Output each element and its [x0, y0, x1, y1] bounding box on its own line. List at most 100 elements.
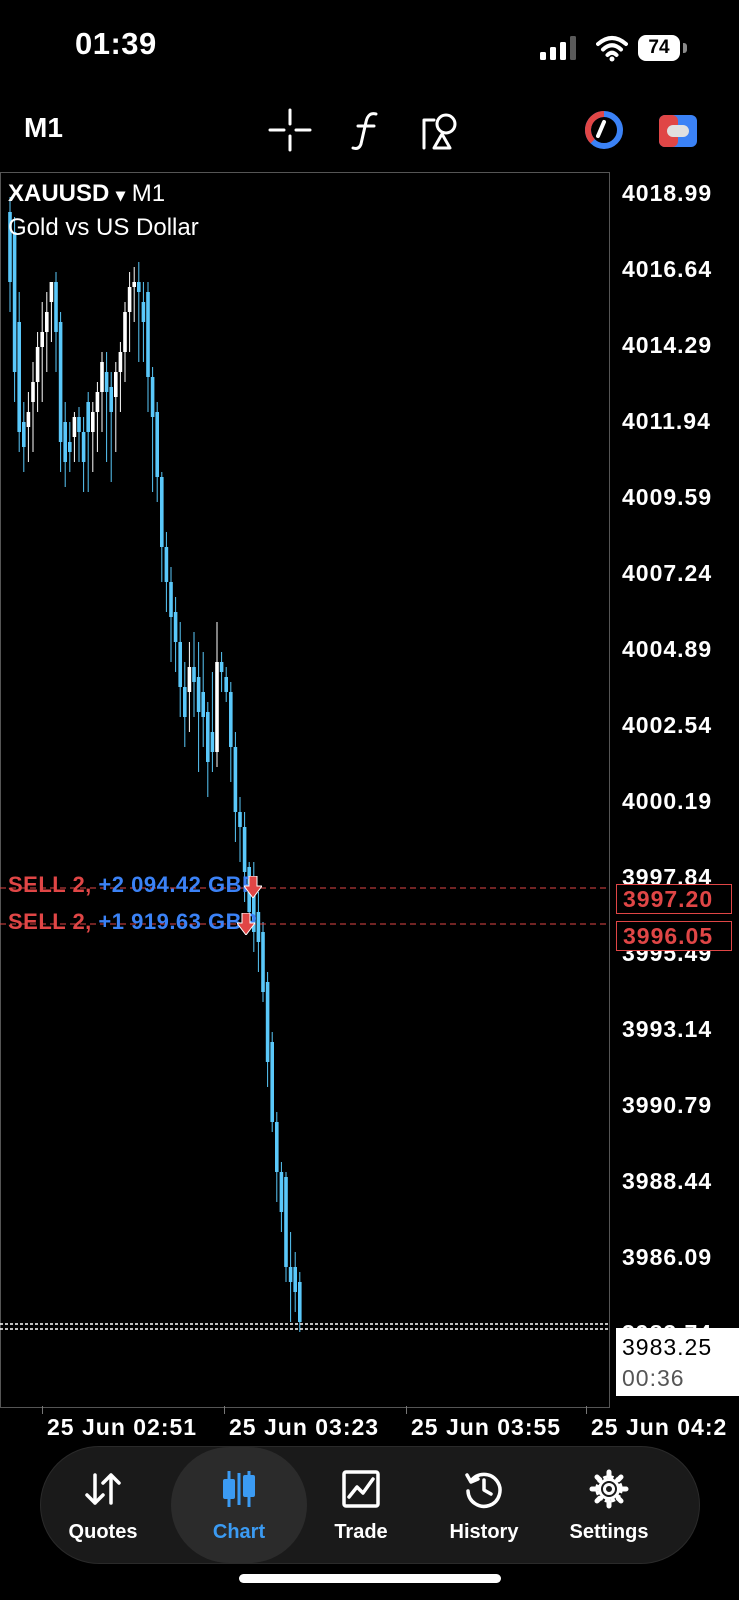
- candle-body: [123, 312, 127, 352]
- symbol-name: XAUUSD: [8, 180, 110, 207]
- toggle-icon[interactable]: [658, 114, 698, 148]
- sell-arrow-icon: [237, 913, 255, 935]
- price-axis-label: 3990.79: [622, 1092, 713, 1118]
- quotes-icon: [85, 1473, 121, 1505]
- candle-body: [224, 677, 228, 692]
- candle-body: [293, 1267, 297, 1292]
- candle-body: [40, 332, 44, 347]
- candle-body: [261, 932, 265, 992]
- bottom-nav: Quotes Chart Trade History Settings: [40, 1446, 700, 1564]
- objects-icon[interactable]: [420, 108, 464, 152]
- battery-indicator: 74: [638, 35, 688, 61]
- order-side: SELL 2,: [8, 909, 92, 934]
- time-axis-tick: [406, 1406, 407, 1414]
- price-axis-label: 3988.44: [622, 1168, 713, 1194]
- candle-body: [210, 732, 215, 752]
- wifi-icon: [596, 36, 628, 62]
- order-price-tag: 3997.20: [616, 884, 732, 914]
- order-price-tag: 3996.05: [616, 921, 732, 951]
- candle-body: [68, 442, 72, 452]
- chart-symbol[interactable]: XAUUSD ▾ M1: [8, 180, 165, 208]
- candle-body: [132, 282, 136, 287]
- candle-body: [22, 422, 26, 447]
- chart-color-icon[interactable]: [584, 110, 624, 150]
- candle-body: [164, 547, 169, 582]
- price-axis-label: 4009.59: [622, 484, 713, 510]
- candlestick-series: [0, 197, 610, 1332]
- candle-body: [109, 387, 113, 412]
- price-axis-label: 4011.94: [622, 408, 711, 434]
- price-axis-label: 4014.29: [622, 332, 713, 358]
- symbol-timeframe: M1: [131, 180, 166, 207]
- symbol-description: Gold vs US Dollar: [8, 214, 199, 241]
- history-icon: [465, 1472, 502, 1509]
- candle-body: [127, 287, 132, 312]
- bar-countdown: 00:36: [622, 1365, 685, 1391]
- candle-body: [118, 352, 123, 372]
- candle-body: [49, 282, 54, 302]
- price-axis-label: 4004.89: [622, 636, 713, 662]
- candle-body: [270, 1042, 274, 1122]
- candle-body: [284, 1177, 288, 1267]
- candle-body: [86, 402, 90, 432]
- candle-body: [275, 1122, 279, 1172]
- candle-body: [173, 612, 178, 642]
- candle-body: [288, 1267, 293, 1282]
- candle-body: [104, 372, 109, 392]
- candle-body: [196, 677, 201, 712]
- trade-icon: [342, 1470, 380, 1508]
- candle-body: [265, 982, 270, 1062]
- bid-price: 3983.25: [622, 1334, 713, 1360]
- candle-body: [77, 417, 81, 432]
- time-axis-label: 25 Jun 03:55: [411, 1414, 562, 1440]
- candle-body: [95, 392, 100, 412]
- candle-body: [238, 812, 242, 827]
- candle-body: [141, 302, 146, 322]
- indicators-icon[interactable]: [346, 108, 390, 152]
- timeframe-button[interactable]: M1: [24, 112, 63, 144]
- nav-item-history[interactable]: History: [422, 1447, 546, 1563]
- candle-body: [183, 687, 187, 717]
- candle-body: [137, 282, 141, 292]
- candle-body: [192, 667, 196, 682]
- nav-label: History: [449, 1521, 519, 1543]
- candle-body: [242, 827, 247, 872]
- candle-body: [54, 282, 58, 332]
- candle-body: [298, 1282, 302, 1322]
- nav-label: Quotes: [68, 1521, 138, 1543]
- nav-label: Settings: [569, 1521, 649, 1543]
- chart-icon: [223, 1471, 255, 1507]
- order-side: SELL 2,: [8, 872, 92, 897]
- order-profit: +2 094.42 GBP: [98, 872, 258, 897]
- candle-body: [72, 417, 77, 437]
- nav-label: Trade: [334, 1521, 388, 1543]
- time-axis-label: 25 Jun 04:2: [591, 1414, 728, 1440]
- symbol-dropdown-icon[interactable]: ▾: [116, 185, 125, 205]
- crosshair-icon[interactable]: [268, 108, 312, 152]
- candle-body: [229, 692, 233, 747]
- nav-item-trade[interactable]: Trade: [299, 1447, 423, 1563]
- time-axis-tick: [224, 1406, 225, 1414]
- candle-body: [215, 662, 219, 752]
- order-label: SELL 2, +1 919.63 GBP: [8, 909, 257, 935]
- sell-arrow-icon: [244, 876, 262, 898]
- nav-item-quotes[interactable]: Quotes: [41, 1447, 165, 1563]
- price-axis-label: 3986.09: [622, 1244, 713, 1270]
- candle-body: [17, 322, 21, 432]
- candle-body: [63, 422, 67, 462]
- time-axis-tick: [586, 1406, 587, 1414]
- candle-body: [91, 412, 95, 432]
- candle-body: [100, 362, 104, 392]
- nav-item-chart[interactable]: Chart: [171, 1447, 307, 1563]
- battery-level: 74: [638, 35, 680, 61]
- time-axis-tick: [42, 1406, 43, 1414]
- status-time: 01:39: [75, 26, 157, 61]
- settings-icon: [589, 1469, 629, 1509]
- candle-body: [35, 347, 40, 382]
- bid-price-tag: 3983.25 00:36: [616, 1328, 739, 1396]
- cell-signal-icon: [540, 36, 576, 60]
- home-indicator: [239, 1574, 501, 1583]
- candle-body: [160, 477, 164, 547]
- nav-item-settings[interactable]: Settings: [547, 1447, 671, 1563]
- price-axis-label: 4000.19: [622, 788, 713, 814]
